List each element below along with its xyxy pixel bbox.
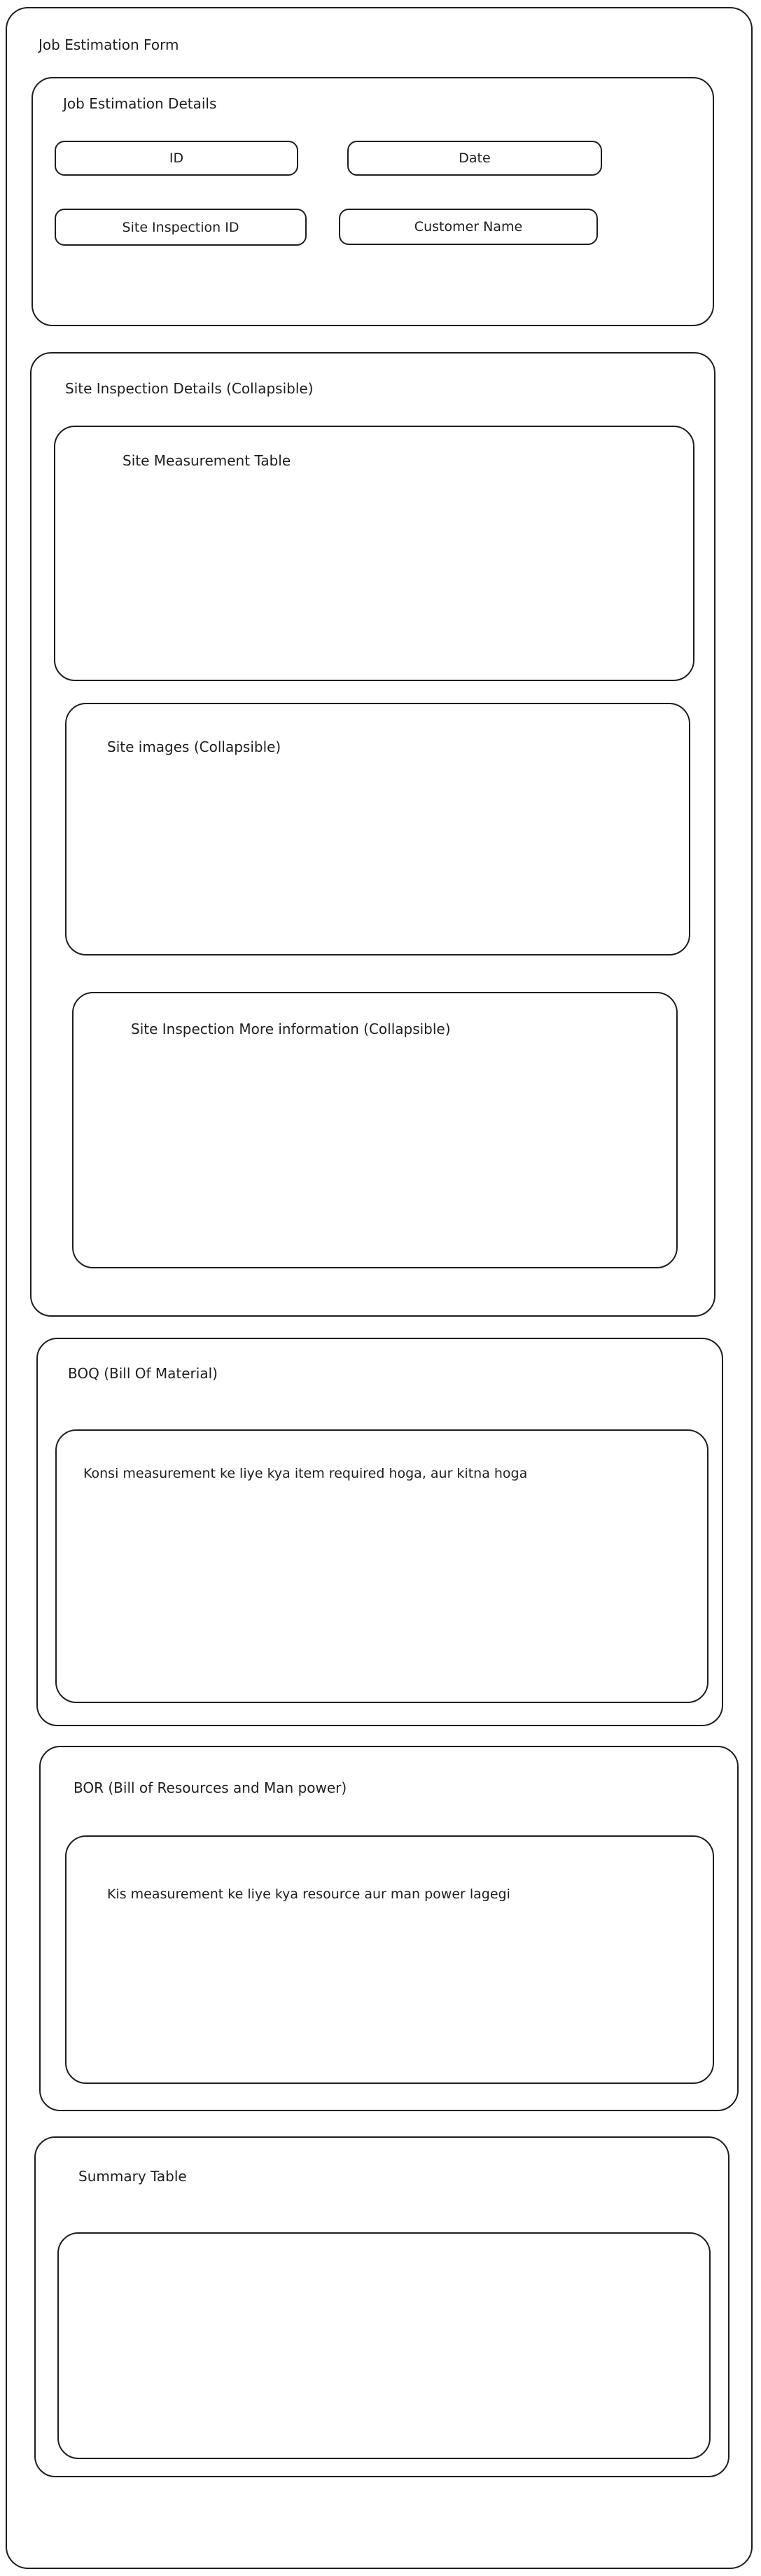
site-inspection-id-field[interactable]: Site Inspection ID [55, 209, 307, 246]
customer-name-field[interactable]: Customer Name [339, 209, 598, 245]
wireframe-canvas: Job Estimation Form Job Estimation Detai… [0, 0, 761, 2576]
site-inspection-heading[interactable]: Site Inspection Details (Collapsible) [65, 380, 314, 397]
date-field[interactable]: Date [347, 141, 602, 176]
id-field[interactable]: ID [55, 141, 298, 176]
site-images-heading[interactable]: Site images (Collapsible) [107, 738, 281, 755]
boq-note: Konsi measurement ke liye kya item requi… [83, 1466, 528, 1481]
site-measurement-table-heading: Site Measurement Table [123, 452, 291, 469]
bor-table [65, 1835, 714, 2084]
job-details-heading: Job Estimation Details [63, 95, 217, 112]
bor-heading: BOR (Bill of Resources and Man power) [74, 1779, 347, 1796]
site-inspection-more-info-heading[interactable]: Site Inspection More information (Collap… [131, 1021, 451, 1037]
form-title: Job Estimation Form [39, 36, 179, 53]
job-details-section [32, 77, 714, 326]
bor-note: Kis measurement ke liye kya resource aur… [107, 1886, 510, 1902]
boq-heading: BOQ (Bill Of Material) [68, 1365, 218, 1382]
summary-table [57, 2232, 711, 2459]
summary-heading: Summary Table [78, 2168, 187, 2185]
